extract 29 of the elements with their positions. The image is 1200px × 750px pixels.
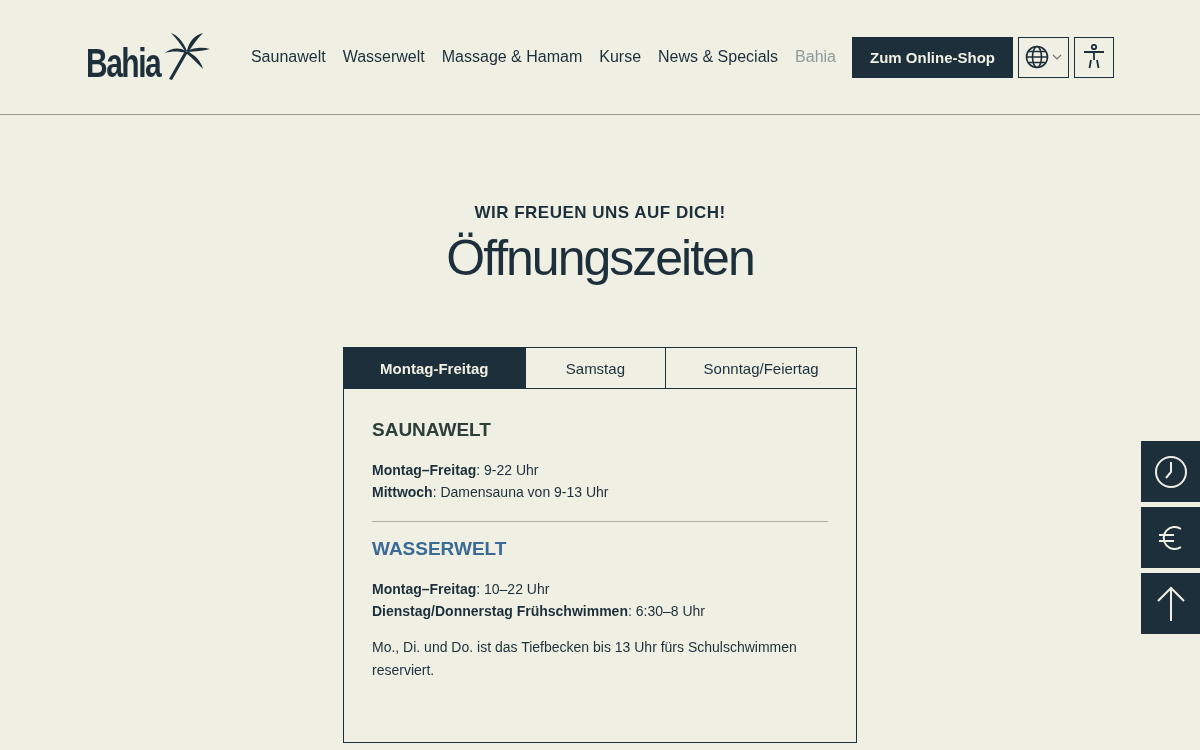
arrow-up-icon xyxy=(1155,585,1186,622)
note-text: Mo., Di. und Do. ist das Tiefbecken bis 13 Uhr fürs Schulschwimmen reserviert. xyxy=(372,638,798,680)
nav-link[interactable]: Wasserwelt xyxy=(342,48,425,66)
clock-icon xyxy=(1153,454,1188,489)
day-tab[interactable]: Sonntag/Feiertag xyxy=(666,348,856,388)
hours-line: Montag–Freitag: 10–22 Uhr xyxy=(372,580,551,599)
person-icon xyxy=(1083,44,1105,70)
online-shop-button[interactable]: Zum Online-Shop xyxy=(852,36,1013,78)
logo[interactable]: Bahia xyxy=(86,43,161,83)
nav-link[interactable]: Kurse xyxy=(599,48,642,66)
kicker-text: WIR FREUEN UNS AUF DICH! xyxy=(474,203,726,223)
hours-line: Dienstag/Donnerstag Frühschwimmen: 6:30–8 Uhr xyxy=(372,602,706,621)
section-heading: WASSERWELT xyxy=(372,538,508,560)
page-title: Öffnungszeiten xyxy=(446,229,754,287)
back-to-top-button[interactable] xyxy=(1141,573,1200,634)
nav-link[interactable]: News & Specials xyxy=(658,48,779,66)
opening-hours-button[interactable] xyxy=(1141,441,1200,502)
hours-line: Mittwoch: Damensauna von 9-13 Uhr xyxy=(372,483,610,502)
day-tab[interactable]: Montag-Freitag xyxy=(344,348,526,388)
globe-icon xyxy=(1025,45,1049,69)
nav-link[interactable]: Massage & Hamam xyxy=(441,48,583,66)
chevron-down-icon xyxy=(1052,54,1062,60)
hours-line: Montag–Freitag: 9-22 Uhr xyxy=(372,461,540,480)
language-button[interactable] xyxy=(1018,36,1069,78)
nav-link[interactable]: Saunawelt xyxy=(250,48,326,66)
accessibility-button[interactable] xyxy=(1074,36,1114,78)
section-heading: SAUNAWELT xyxy=(372,419,492,441)
prices-button[interactable] xyxy=(1141,507,1200,568)
day-tab[interactable]: Samstag xyxy=(525,348,667,388)
